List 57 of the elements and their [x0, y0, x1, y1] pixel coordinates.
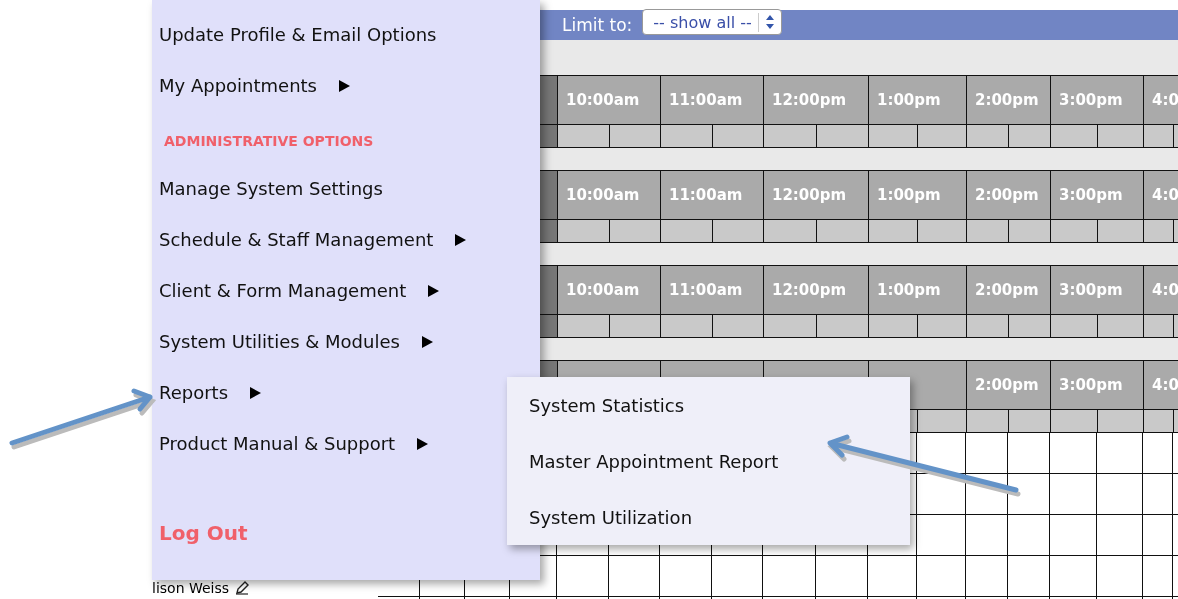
time-header: 2:00pm	[967, 361, 1051, 409]
menu-item[interactable]: Client & Form Management	[159, 280, 407, 301]
time-header: 1:00pm	[869, 76, 967, 124]
time-header: 3:00pm	[1051, 361, 1144, 409]
time-header: 3:00pm	[1051, 266, 1144, 314]
menu-item[interactable]: My Appointments	[159, 75, 317, 96]
time-slot[interactable]	[967, 220, 1009, 242]
time-header: 1:00pm	[869, 266, 967, 314]
time-slot[interactable]	[1051, 125, 1098, 147]
time-header: 3:00pm	[1051, 76, 1144, 124]
time-slot[interactable]	[1144, 315, 1174, 337]
time-header: 4:0	[1144, 76, 1178, 124]
submenu-item[interactable]: Master Appointment Report	[529, 450, 779, 472]
time-slot[interactable]	[1051, 410, 1098, 432]
menu-section-heading: ADMINISTRATIVE OPTIONS	[163, 132, 375, 151]
time-header: 10:00am	[558, 76, 661, 124]
time-slot[interactable]	[1144, 125, 1174, 147]
menu-item[interactable]: Product Manual & Support	[159, 433, 396, 454]
time-header: 1:00pm	[869, 171, 967, 219]
staff-name: lison Weiss	[152, 580, 230, 596]
time-slot[interactable]	[1097, 125, 1143, 147]
time-header: 3:00pm	[1051, 171, 1144, 219]
menu-item[interactable]: Manage System Settings	[159, 178, 383, 199]
filter-select[interactable]: -- show all --	[642, 9, 782, 35]
time-slot[interactable]	[1097, 315, 1143, 337]
menu-item[interactable]: Schedule & Staff Management	[159, 229, 434, 250]
submenu-item[interactable]: System Statistics	[529, 394, 685, 416]
time-header: 2:00pm	[967, 171, 1051, 219]
time-header: 4:0	[1144, 171, 1178, 219]
time-header: 12:00pm	[764, 266, 869, 314]
time-slot[interactable]	[1097, 410, 1143, 432]
time-slot[interactable]	[967, 315, 1009, 337]
time-slot[interactable]	[1144, 410, 1174, 432]
time-header: 10:00am	[558, 266, 661, 314]
time-header: 11:00am	[661, 171, 764, 219]
time-header: 11:00am	[661, 76, 764, 124]
time-header: 12:00pm	[764, 171, 869, 219]
menu-item[interactable]: Update Profile & Email Options	[159, 24, 437, 45]
time-slot[interactable]	[1097, 220, 1143, 242]
stepper-icon	[764, 14, 775, 30]
menu-item[interactable]: System Utilities & Modules	[159, 331, 400, 352]
submenu-item[interactable]: System Utilization	[529, 506, 693, 528]
pencil-icon[interactable]	[235, 581, 250, 595]
time-header: 4:0	[1144, 361, 1178, 409]
time-header: 11:00am	[661, 266, 764, 314]
time-header: 2:00pm	[967, 266, 1051, 314]
time-header: 4:0	[1144, 266, 1178, 314]
time-slot[interactable]	[967, 410, 1009, 432]
filter-label: Limit to:	[562, 15, 633, 35]
time-header: 10:00am	[558, 171, 661, 219]
time-header: 2:00pm	[967, 76, 1051, 124]
time-header: 12:00pm	[764, 76, 869, 124]
menu-item[interactable]: Reports	[159, 382, 229, 403]
time-slot[interactable]	[1051, 315, 1098, 337]
time-slot[interactable]	[1051, 220, 1098, 242]
time-slot[interactable]	[1144, 220, 1174, 242]
time-slot[interactable]	[967, 125, 1009, 147]
